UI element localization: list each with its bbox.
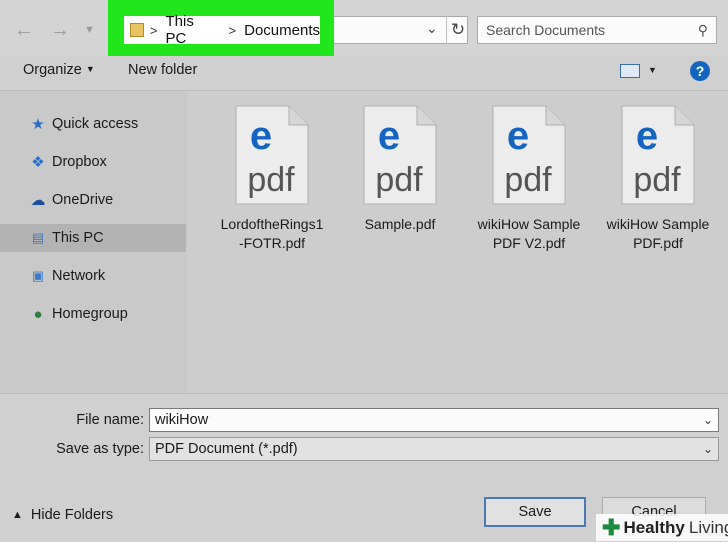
new-folder-button[interactable]: New folder	[128, 62, 197, 78]
sidebar-item-quick-access[interactable]: ★ Quick access	[0, 110, 186, 138]
organize-button[interactable]: Organize ▼	[23, 62, 95, 78]
search-icon: ⚲	[697, 21, 708, 38]
hide-folders-toggle[interactable]: ▲ Hide Folders	[12, 507, 113, 523]
toolbar	[0, 56, 728, 91]
homegroup-icon: ●	[33, 305, 43, 323]
file-name: wikiHow Sample PDF V2.pdf	[477, 216, 581, 251]
file-name-value: wikiHow	[155, 412, 209, 428]
view-options-icon[interactable]	[620, 64, 640, 78]
sidebar-item-dropbox[interactable]: ❖ Dropbox	[0, 148, 186, 176]
save-type-select[interactable]: PDF Document (*.pdf) ⌄	[149, 437, 719, 461]
organize-label: Organize	[23, 62, 82, 78]
sidebar-item-label: Dropbox	[52, 154, 107, 170]
sidebar-item-this-pc[interactable]: ▤ This PC	[0, 224, 186, 252]
file-name-label: File name:	[76, 412, 144, 428]
hide-folders-label: Hide Folders	[30, 507, 114, 523]
refresh-icon[interactable]: ↻	[446, 16, 469, 44]
watermark-bold: Healthy	[623, 517, 685, 537]
chevron-up-icon: ▲	[12, 509, 23, 521]
sidebar-item-label: Network	[52, 268, 106, 284]
breadcrumb-this-pc[interactable]: This PC	[166, 13, 219, 47]
network-icon: ▣	[31, 268, 45, 283]
svg-text:e: e	[250, 114, 272, 158]
pdf-file-icon: e pdf	[492, 105, 566, 205]
address-dropdown-icon[interactable]: ⌄	[426, 20, 438, 37]
svg-text:e: e	[507, 114, 529, 158]
file-item[interactable]: e pdf wikiHow Sample PDF.pdf	[598, 105, 718, 253]
sidebar-item-onedrive[interactable]: ☁ OneDrive	[0, 186, 186, 214]
chevron-down-icon: ▼	[85, 64, 95, 74]
pdf-file-icon: e pdf	[621, 105, 695, 205]
sidebar-item-network[interactable]: ▣ Network	[0, 262, 186, 290]
file-name: Sample.pdf	[364, 216, 436, 232]
chevron-down-icon: ⌄	[702, 442, 713, 456]
pdf-file-icon: e pdf	[235, 105, 309, 205]
arrow-left-icon[interactable]: ←	[14, 18, 34, 42]
chevron-down-icon[interactable]: ⌄	[703, 413, 713, 427]
cloud-icon: ☁	[30, 192, 46, 209]
save-button[interactable]: Save	[484, 497, 586, 527]
watermark-light: Living	[688, 517, 728, 537]
folder-icon	[130, 23, 144, 37]
search-placeholder: Search Documents	[486, 22, 606, 38]
pdf-label: pdf	[504, 161, 552, 199]
sidebar-item-label: This PC	[52, 230, 104, 246]
sidebar-item-label: Quick access	[52, 116, 139, 132]
sidebar-item-homegroup[interactable]: ● Homegroup	[0, 300, 186, 328]
breadcrumb-separator: >	[228, 22, 237, 38]
watermark-logo: ✚ Healthy Living	[596, 514, 728, 541]
file-item[interactable]: e pdf wikiHow Sample PDF V2.pdf	[469, 105, 589, 253]
file-item[interactable]: e pdf LordoftheRings1 -FOTR.pdf	[212, 105, 332, 253]
pdf-label: pdf	[633, 161, 681, 199]
computer-icon: ▤	[31, 230, 45, 245]
svg-text:e: e	[378, 114, 400, 158]
dropbox-icon: ❖	[31, 154, 45, 171]
pdf-file-icon: e pdf	[363, 105, 437, 205]
breadcrumb-documents[interactable]: Documents	[244, 22, 320, 39]
star-icon: ★	[31, 116, 45, 133]
file-name-field[interactable]: wikiHow ⌄	[149, 408, 719, 432]
arrow-right-icon[interactable]: →	[50, 18, 70, 42]
file-item[interactable]: e pdf Sample.pdf	[340, 105, 460, 234]
chevron-down-icon[interactable]: ▼	[648, 65, 657, 75]
sidebar-item-label: Homegroup	[52, 306, 128, 322]
file-name: LordoftheRings1 -FOTR.pdf	[220, 216, 324, 251]
pdf-label: pdf	[247, 161, 295, 199]
pdf-label: pdf	[375, 161, 423, 199]
sidebar-item-label: OneDrive	[52, 192, 114, 208]
breadcrumb[interactable]: > This PC > Documents	[124, 13, 320, 47]
svg-text:e: e	[636, 114, 658, 158]
file-name: wikiHow Sample PDF.pdf	[606, 216, 710, 251]
breadcrumb-separator: >	[149, 22, 158, 38]
search-input[interactable]: Search Documents ⚲	[477, 16, 717, 44]
save-type-value: PDF Document (*.pdf)	[155, 441, 298, 457]
save-type-label: Save as type:	[56, 441, 144, 457]
chevron-down-icon[interactable]: ▼	[84, 18, 95, 42]
plus-icon: ✚	[602, 514, 621, 540]
help-button[interactable]: ?	[690, 61, 710, 81]
